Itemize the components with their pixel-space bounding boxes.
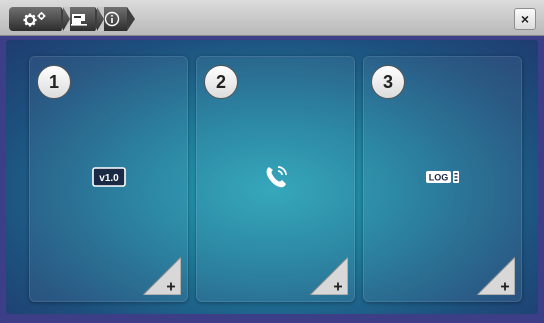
app-frame: × 1 v1.0 2 3 LOG — [0, 0, 544, 323]
tile-version[interactable]: 1 v1.0 — [29, 56, 188, 302]
close-button[interactable]: × — [514, 8, 536, 30]
breadcrumb-info[interactable] — [97, 7, 135, 31]
tile-number-badge: 3 — [371, 65, 405, 99]
settings-gears-icon — [23, 12, 46, 27]
close-icon: × — [520, 11, 530, 27]
machine-icon — [71, 14, 87, 26]
content-area: 1 v1.0 2 3 LOG — [6, 40, 538, 314]
tile-number-badge: 2 — [204, 65, 238, 99]
add-corner-icon[interactable] — [143, 257, 181, 295]
tile-log[interactable]: 3 LOG — [363, 56, 522, 302]
tile-phone[interactable]: 2 — [196, 56, 355, 302]
breadcrumb-settings[interactable] — [9, 7, 69, 31]
add-corner-icon[interactable] — [310, 257, 348, 295]
top-toolbar: × — [0, 0, 544, 36]
version-label: v1.0 — [99, 173, 119, 184]
breadcrumb-machine[interactable] — [63, 7, 103, 31]
phone-icon — [263, 164, 289, 194]
log-file-icon: LOG — [425, 169, 461, 189]
log-label: LOG — [428, 173, 448, 183]
version-icon: v1.0 — [91, 167, 126, 191]
info-icon — [104, 11, 120, 27]
add-corner-icon[interactable] — [477, 257, 515, 295]
tile-number-badge: 1 — [37, 65, 71, 99]
